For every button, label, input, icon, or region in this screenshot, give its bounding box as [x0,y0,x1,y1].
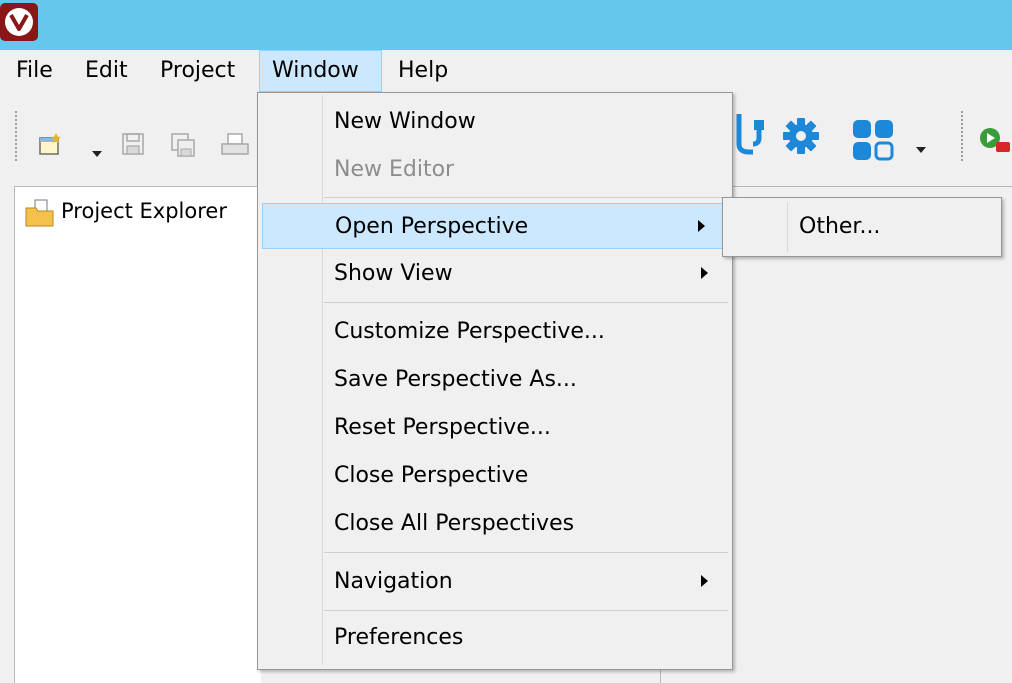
project-explorer-panel[interactable] [14,240,261,683]
menu-item-close-perspective[interactable]: Close Perspective [260,453,730,499]
menu-item-open-perspective[interactable]: Open Perspective [262,203,728,249]
menu-item-label: Close Perspective [334,463,529,488]
menu-bar: File Edit Project Window Help [0,50,1012,92]
menu-project[interactable]: Project [154,50,241,92]
menu-item-new-window[interactable]: New Window [260,99,730,145]
chevron-down-icon[interactable] [92,142,102,161]
toolbar-grip[interactable] [14,110,18,162]
menu-item-save-perspective-as[interactable]: Save Perspective As... [260,357,730,403]
menu-separator [324,197,728,198]
menu-item-preferences[interactable]: Preferences [260,615,730,661]
menu-item-show-view[interactable]: Show View [260,251,730,297]
folder-icon [25,199,55,231]
menu-item-label: New Editor [334,157,455,182]
menu-item-new-editor: New Editor [260,147,730,193]
menu-separator [324,610,728,611]
gear-icon[interactable] [781,116,821,160]
submenu-item-other[interactable]: Other... [799,214,880,239]
menu-item-label: Close All Perspectives [334,511,575,536]
menu-file[interactable]: File [10,50,59,92]
menu-item-label: Open Perspective [335,214,529,239]
print-icon[interactable] [220,132,250,162]
menu-item-label: Show View [334,261,453,286]
menu-item-label: Navigation [334,569,453,594]
menu-item-label: Save Perspective As... [334,367,577,392]
project-explorer-tab[interactable]: Project Explorer [14,186,262,240]
title-bar [0,0,1012,50]
menu-item-navigation[interactable]: Navigation [260,559,730,605]
toolbar-grip[interactable] [960,110,964,162]
project-explorer-title: Project Explorer [61,199,227,223]
git-branch-icon[interactable] [735,114,767,162]
menu-edit[interactable]: Edit [79,50,134,92]
menu-separator [324,302,728,303]
menu-window[interactable]: Window [259,50,382,92]
menu-item-reset-perspective[interactable]: Reset Perspective... [260,405,730,451]
submenu-arrow-icon [701,267,708,279]
app-logo-icon[interactable] [0,3,38,41]
save-icon[interactable] [121,132,145,160]
submenu-arrow-icon [701,575,708,587]
new-wizard-icon[interactable] [38,132,64,160]
menu-item-label: Reset Perspective... [334,415,551,440]
menu-gutter-divider [787,202,788,252]
menu-separator [324,552,728,553]
save-all-icon[interactable] [170,132,196,162]
menu-item-label: Preferences [334,625,464,650]
open-perspective-submenu: Other... [722,197,1002,257]
window-menu-dropdown: New Window New Editor Open Perspective S… [257,92,733,670]
menu-help[interactable]: Help [392,50,454,92]
chevron-down-icon[interactable] [916,138,926,157]
menu-item-close-all-perspectives[interactable]: Close All Perspectives [260,501,730,547]
run-icon[interactable] [978,126,1012,160]
menu-item-label: New Window [334,109,476,134]
submenu-arrow-icon [698,220,705,232]
perspective-grid-icon[interactable] [851,118,895,166]
menu-item-customize-perspective[interactable]: Customize Perspective... [260,309,730,355]
menu-item-label: Customize Perspective... [334,319,605,344]
